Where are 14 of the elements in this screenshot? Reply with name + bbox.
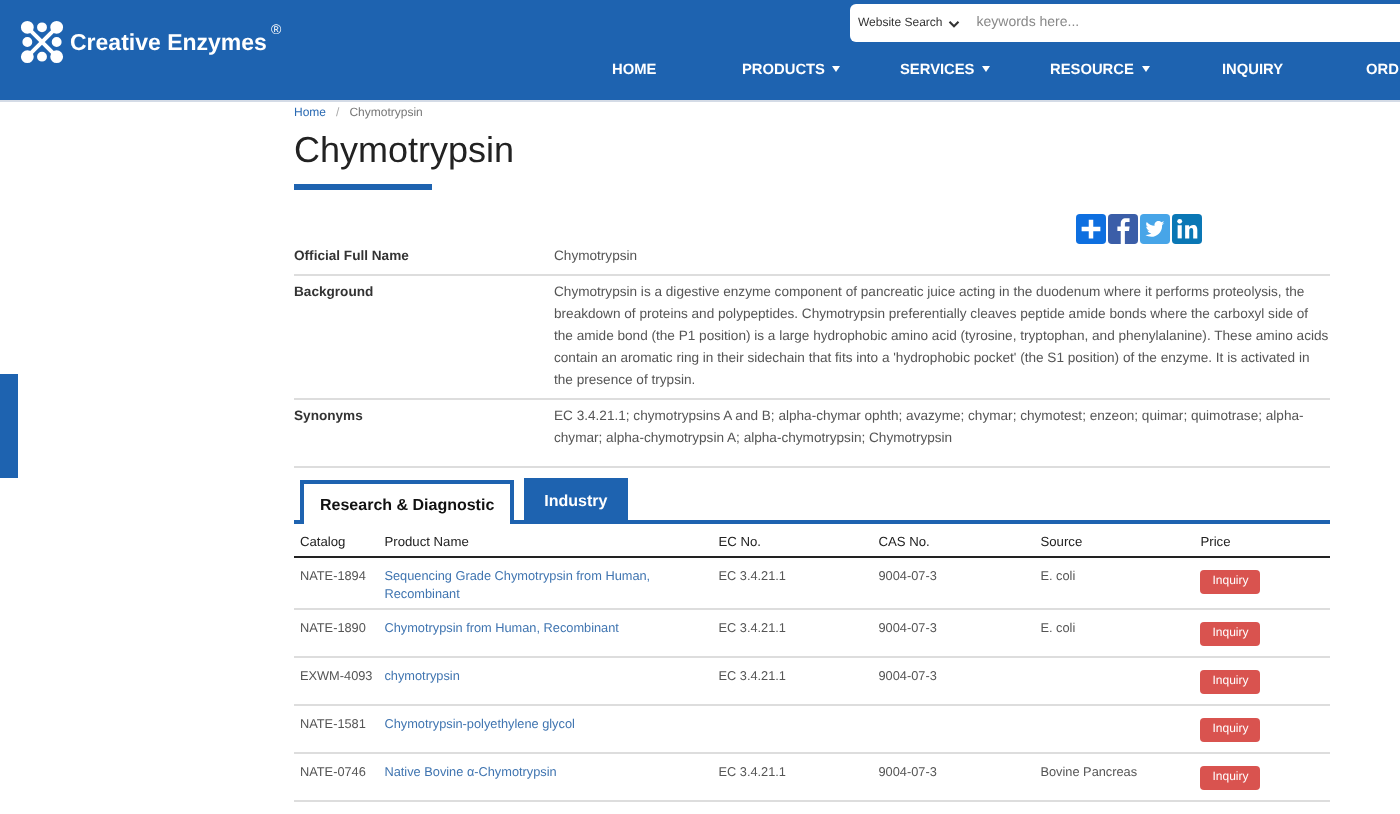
caret-icon bbox=[832, 66, 841, 72]
caret-icon bbox=[1141, 66, 1150, 72]
brand-name[interactable]: Creative Enzymes bbox=[70, 32, 267, 56]
share-plus-icon[interactable] bbox=[1076, 214, 1106, 244]
twitter-icon[interactable] bbox=[1140, 214, 1170, 244]
logo-icon bbox=[20, 20, 64, 64]
title-underline bbox=[294, 184, 432, 190]
linkedin-icon[interactable] bbox=[1172, 214, 1202, 244]
caret-icon bbox=[982, 66, 991, 72]
tab[interactable]: Industry bbox=[524, 478, 628, 520]
tab[interactable]: Research & Diagnostic bbox=[300, 480, 515, 524]
chevron-icon bbox=[948, 19, 961, 27]
page-title: Chymotrypsin bbox=[294, 128, 517, 172]
facebook-icon[interactable] bbox=[1108, 214, 1138, 244]
